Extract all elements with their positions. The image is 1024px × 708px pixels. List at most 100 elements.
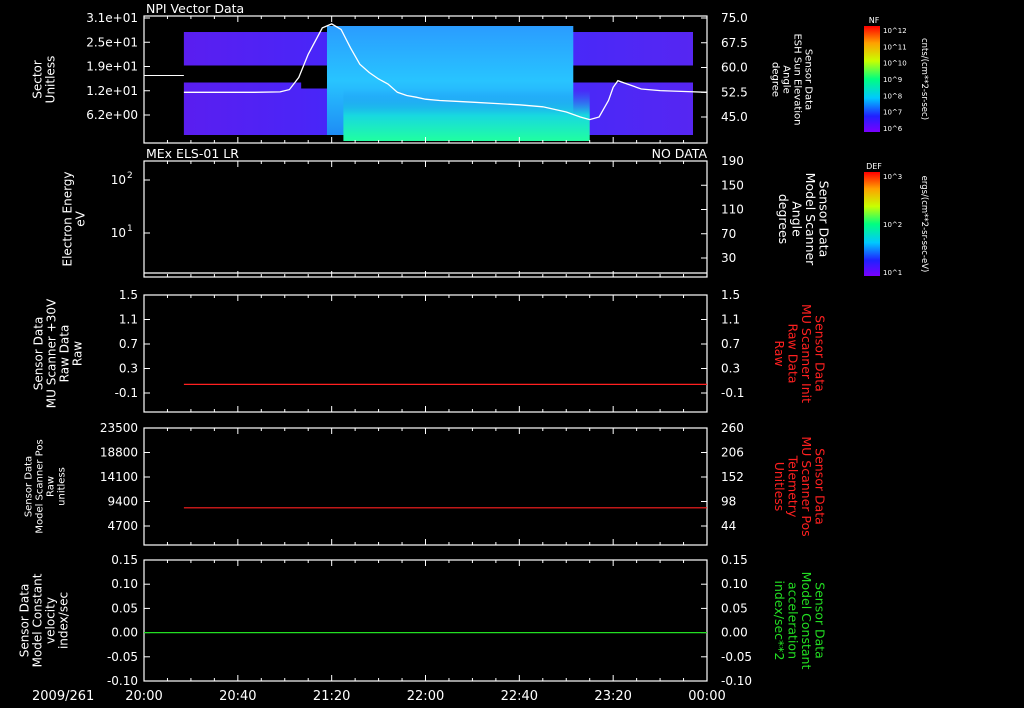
colorbar-tick-label: 10^6: [883, 125, 903, 133]
y-tick-label-right: 75.0: [721, 11, 748, 25]
y-tick-label: 0.15: [111, 553, 138, 567]
y-tick-label-right: 0.15: [721, 553, 748, 567]
y-tick-label: -0.10: [107, 674, 138, 688]
y-axis-label-right-line: degree: [770, 62, 781, 97]
y-tick-label-right: 110: [721, 203, 744, 217]
y-tick-label-right: 98: [721, 495, 736, 509]
y-axis-label-line: Raw: [71, 341, 85, 366]
panels: NPI Vector Data 3.1e+01 2.5e+01 1.9e+01 1.2e…: [18, 1, 832, 704]
y-tick-label: 0.05: [111, 601, 138, 615]
y-tick-label-right: 0.10: [721, 577, 748, 591]
time-tick-label: 23:20: [594, 689, 631, 704]
spectrogram: [144, 18, 694, 141]
spectrogram-gap: [301, 76, 327, 89]
y-tick-label-right: 0.05: [721, 601, 748, 615]
time-tick-label: 21:20: [313, 689, 350, 704]
y-tick-label: 1.1: [119, 313, 138, 327]
y-tick-label-right: 45.0: [721, 110, 748, 124]
colorbar-tick-label: 10^1: [883, 269, 902, 277]
y-tick-label-right: 0.3: [721, 362, 740, 376]
y-axis-label-line: Model Scanner Pos: [35, 439, 46, 533]
y-axis-label-right: Sensor DataModel Constantaccelerationind…: [772, 572, 828, 670]
time-tick-label: 20:40: [219, 689, 256, 704]
y-tick-label: 9400: [107, 495, 138, 509]
colorbar-tick-label: 10^8: [883, 92, 902, 100]
time-axis: 2009/261 20:00 20:40 21:20 22:00 22:40 23:20 00…: [32, 689, 726, 704]
colorbar-def: DEF10^3 10^2 10^1 ergs/(cm**2-sr-sec-eV): [864, 162, 929, 277]
spectrogram-gap: [301, 18, 327, 32]
y-tick-label: 1.9e+01: [86, 60, 138, 74]
y-axis-label-right-line: Unitless: [772, 462, 787, 512]
panel-frame: [143, 160, 708, 278]
y-tick-label: 3.1e+01: [86, 11, 138, 25]
panel-5: 0.15 0.10 0.05 0.00 -0.05 -0.10 0.15 0.10 0.05 0.…: [18, 553, 828, 688]
time-tick-label: 22:00: [407, 689, 444, 704]
y-axis-label: SectorUnitless: [31, 56, 58, 104]
panel-3: 1.5 1.1 0.7 0.3 -0.1 1.5 1.1 0.7 0.3 -0.1 Sensor D…: [32, 288, 827, 413]
y-axis-label-right-line: ESH Sun Elevation: [792, 33, 803, 125]
y-axis-label: Sensor DataModel Scanner PosRawunitless: [24, 439, 68, 533]
y-tick-label-right: -0.10: [721, 674, 752, 688]
y-tick-label: -0.05: [107, 650, 138, 664]
colorbar-tick-label: 10^2: [883, 221, 902, 229]
colorbar-gradient: [864, 26, 880, 132]
y-axis-label-line: Sector: [31, 60, 45, 99]
y-axis-label-line: Raw: [46, 476, 57, 497]
y-tick-label: 10: [111, 173, 126, 187]
panel-2: MEx ELS-01 LR NO DATA10 210 11901501107030E…: [61, 146, 832, 278]
y-tick-label: 1.5: [119, 288, 138, 302]
colorbar-nf: NF10^12 10^11 10^10 10^9 10^8 10^7 10^6 cnts/(c…: [864, 16, 929, 133]
y-tick-label: 1.2e+01: [86, 84, 138, 98]
y-tick-label: 14100: [100, 470, 138, 484]
y-tick-label-right: 0.00: [721, 626, 748, 640]
y-axis-label-line: Sensor Data: [18, 584, 32, 658]
y-axis-label-line: Sensor Data: [32, 317, 46, 391]
panel-frame: [143, 294, 708, 413]
y-tick-label-right: 152: [721, 470, 744, 484]
y-tick-label: -0.1: [115, 386, 138, 400]
spectrogram-band: [343, 89, 590, 141]
y-axis-label-line: Model Constant: [31, 573, 45, 667]
y-axis-label-line: MU Scanner +30V: [45, 298, 59, 408]
y-tick-label-right: -0.05: [721, 650, 752, 664]
y-tick-label-right: 1.5: [721, 288, 740, 302]
panel-4: 23500 18800 14100 9400 4700 260 206 152 98 44 Sens…: [24, 421, 828, 546]
y-axis-label: Electron EnergyeV: [61, 171, 88, 266]
date-label: 2009/261: [32, 689, 94, 704]
stacked-plot-figure: NPI Vector Data 3.1e+01 2.5e+01 1.9e+01 1.2e…: [18, 1, 930, 704]
y-tick-label-right: 70: [721, 227, 736, 241]
colorbars: NF10^12 10^11 10^10 10^9 10^8 10^7 10^6 cnts/(c…: [864, 16, 929, 277]
y-tick-label: 23500: [100, 421, 138, 435]
y-tick-label-right: 206: [721, 446, 744, 460]
y-axis-label-line: eV: [74, 210, 88, 226]
time-tick-label: 00:00: [688, 689, 725, 704]
y-axis-label-right: Sensor DataModel ScannerAngledegrees: [776, 173, 832, 267]
y-axis-label-right-line: degrees: [776, 194, 791, 244]
panel-title: NPI Vector Data: [146, 1, 244, 16]
panel-title: MEx ELS-01 LR: [146, 146, 239, 161]
y-axis-label-line: Raw Data: [58, 325, 72, 383]
y-axis-label-line: index/sec: [57, 592, 71, 649]
y-tick-label-right: 1.1: [721, 313, 740, 327]
y-axis-label: Sensor DataModel Constantvelocityindex/s…: [18, 573, 71, 667]
y-tick-label: 0.00: [111, 626, 138, 640]
y-tick-label: 6.2e+00: [86, 108, 138, 122]
y-tick-label-right: 150: [721, 178, 744, 192]
time-tick-label: 22:40: [501, 689, 538, 704]
y-axis-label-right: Sensor DataESH Sun ElevationAngledegree: [770, 33, 814, 125]
panel-status: NO DATA: [652, 146, 708, 161]
colorbar-tick-label: 10^9: [883, 76, 902, 84]
y-tick-label-right: 52.5: [721, 85, 748, 99]
y-tick-label-right: 190: [721, 154, 744, 168]
y-axis-label-line: velocity: [44, 597, 58, 644]
y-tick-exponent: 1: [127, 224, 133, 234]
y-tick-exponent: 2: [127, 171, 133, 181]
y-axis-label-right: Sensor DataMU Scanner PosTelemetryUnitle…: [772, 436, 828, 536]
y-axis-label: Sensor DataMU Scanner +30VRaw DataRaw: [32, 298, 85, 408]
y-tick-label-right: 67.5: [721, 36, 748, 50]
colorbar-title: DEF: [866, 162, 882, 171]
colorbar-tick-label: 10^12: [883, 27, 907, 35]
y-axis-label-right-line: Angle: [781, 65, 792, 93]
colorbar-tick-label: 10^10: [883, 60, 907, 68]
y-tick-label: 0.7: [119, 337, 138, 351]
